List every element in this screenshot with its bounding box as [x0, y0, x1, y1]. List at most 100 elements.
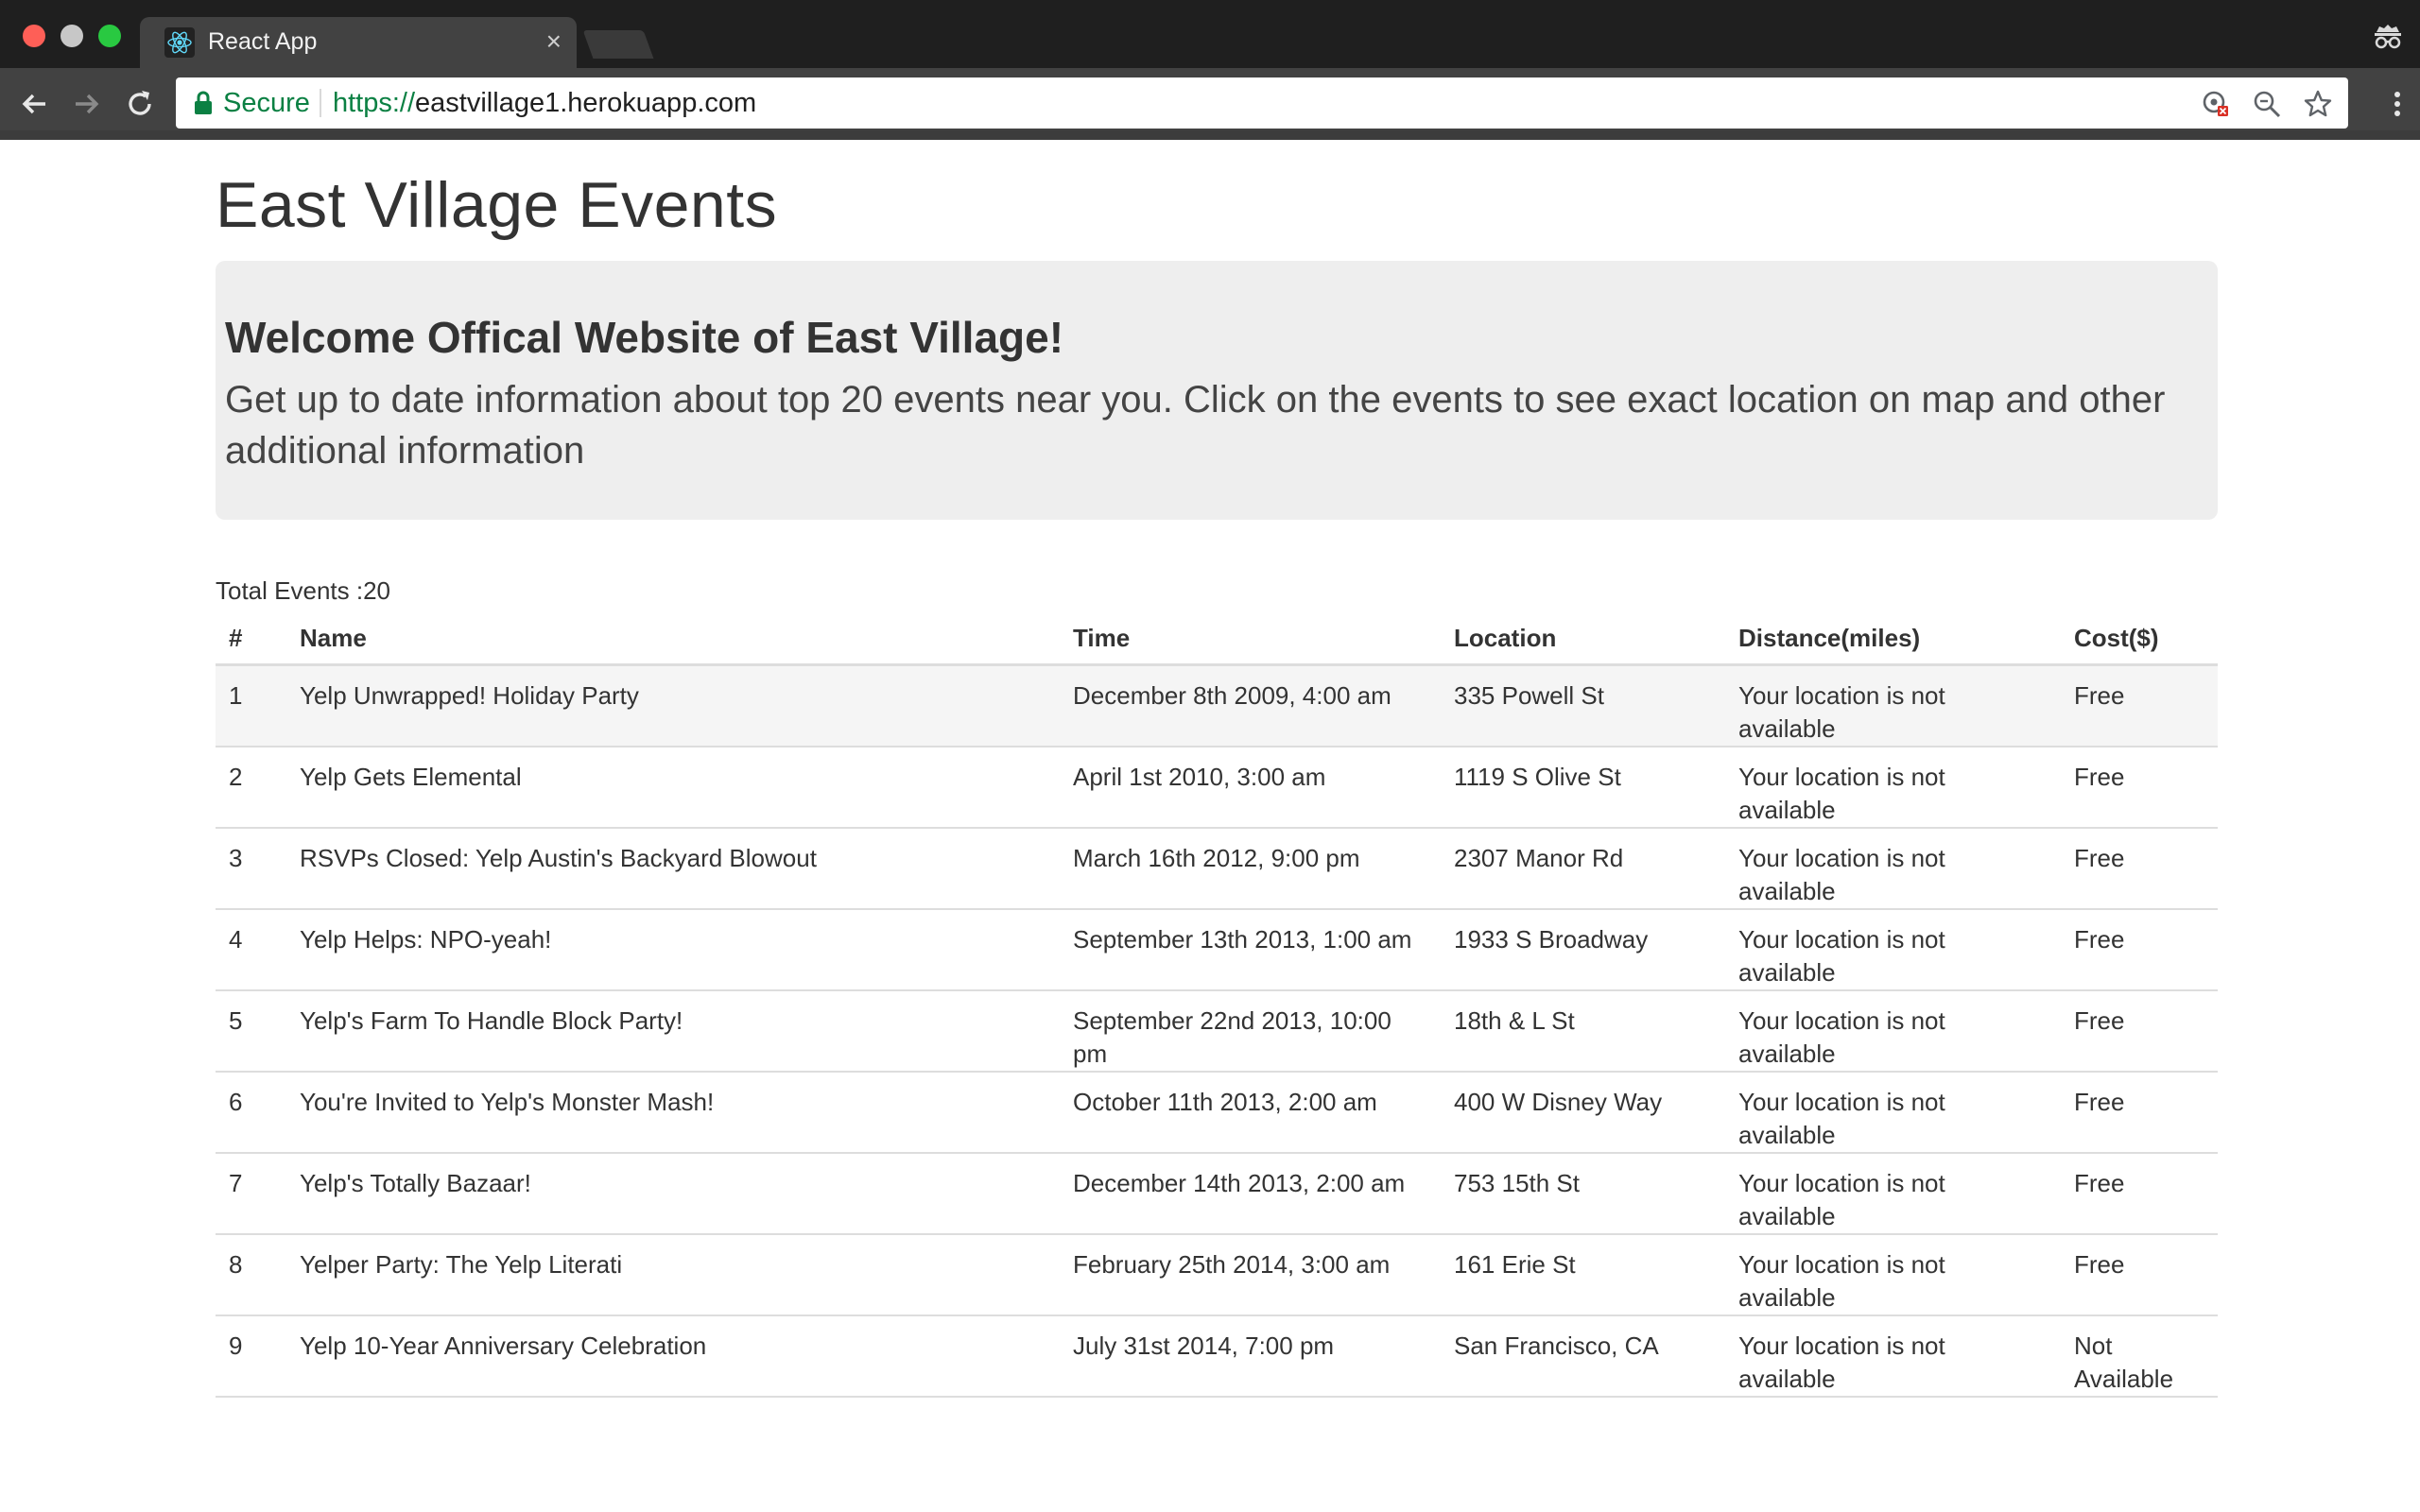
event-location: 1119 S Olive St	[1441, 747, 1725, 829]
new-tab-button[interactable]	[582, 30, 654, 59]
window-minimize-button[interactable]	[60, 25, 83, 47]
lock-icon	[195, 91, 212, 114]
event-time: July 31st 2014, 7:00 pm	[1060, 1315, 1441, 1398]
event-location: 2307 Manor Rd	[1441, 828, 1725, 910]
event-number: 4	[216, 909, 286, 991]
event-distance: Your location is not available	[1725, 1315, 2061, 1398]
event-distance: Your location is not available	[1725, 1072, 2061, 1154]
total-events-count: Total Events :20	[216, 576, 390, 605]
event-name[interactable]: Yelp Unwrapped! Holiday Party	[286, 664, 1060, 747]
event-name[interactable]: Yelp Gets Elemental	[286, 747, 1060, 829]
event-number: 9	[216, 1315, 286, 1398]
event-distance: Your location is not available	[1725, 909, 2061, 991]
table-header-row: # Name Time Location Distance(miles) Cos…	[216, 612, 2218, 666]
window-zoom-button[interactable]	[98, 25, 121, 47]
event-number: 5	[216, 990, 286, 1073]
welcome-heading: Welcome Offical Website of East Village!	[225, 313, 1064, 362]
event-time: September 22nd 2013, 10:00 pm	[1060, 990, 1441, 1073]
url-divider	[320, 89, 321, 117]
event-number: 6	[216, 1072, 286, 1154]
react-logo-icon	[164, 27, 195, 58]
column-header-location: Location	[1441, 612, 1725, 666]
event-name[interactable]: Yelp's Farm To Handle Block Party!	[286, 990, 1060, 1073]
forward-arrow-icon[interactable]	[68, 85, 106, 123]
column-header-distance: Distance(miles)	[1725, 612, 2061, 666]
table-row[interactable]: 8 Yelper Party: The Yelp Literati Februa…	[216, 1234, 2218, 1316]
event-name[interactable]: Yelp's Totally Bazaar!	[286, 1153, 1060, 1235]
tab-title: React App	[208, 28, 318, 55]
event-time: December 14th 2013, 2:00 am	[1060, 1153, 1441, 1235]
event-number: 7	[216, 1153, 286, 1235]
event-name[interactable]: RSVPs Closed: Yelp Austin's Backyard Blo…	[286, 828, 1060, 910]
blocked-content-icon[interactable]	[2201, 89, 2231, 119]
column-header-cost: Cost($)	[2061, 612, 2218, 666]
table-row[interactable]: 7 Yelp's Totally Bazaar! December 14th 2…	[216, 1153, 2218, 1235]
column-header-time: Time	[1060, 612, 1441, 666]
event-time: September 13th 2013, 1:00 am	[1060, 909, 1441, 991]
event-name[interactable]: Yelp Helps: NPO-yeah!	[286, 909, 1060, 991]
event-cost: Free	[2061, 747, 2218, 829]
event-location: 161 Erie St	[1441, 1234, 1725, 1316]
star-icon[interactable]	[2303, 89, 2333, 119]
event-number: 1	[216, 664, 286, 747]
browser-tab-active[interactable]: React App ×	[140, 17, 577, 68]
event-distance: Your location is not available	[1725, 990, 2061, 1073]
welcome-text: Get up to date information about top 20 …	[225, 379, 2166, 472]
event-cost: Free	[2061, 828, 2218, 910]
event-name[interactable]: You're Invited to Yelp's Monster Mash!	[286, 1072, 1060, 1154]
browser-toolbar: Secure https://eastvillage1.herokuapp.co…	[0, 68, 2420, 140]
url-host: eastvillage1.herokuapp.com	[415, 88, 757, 118]
url-text[interactable]: https://eastvillage1.herokuapp.com	[333, 88, 756, 119]
event-time: March 16th 2012, 9:00 pm	[1060, 828, 1441, 910]
toolbar-divider	[0, 130, 2420, 140]
event-time: October 11th 2013, 2:00 am	[1060, 1072, 1441, 1154]
event-location: 400 W Disney Way	[1441, 1072, 1725, 1154]
page-title: East Village Events	[216, 169, 778, 241]
event-name[interactable]: Yelper Party: The Yelp Literati	[286, 1234, 1060, 1316]
event-distance: Your location is not available	[1725, 1234, 2061, 1316]
event-cost: Free	[2061, 1153, 2218, 1235]
event-location: 18th & L St	[1441, 990, 1725, 1073]
more-vertical-icon[interactable]	[2388, 85, 2407, 123]
column-header-number: #	[216, 612, 286, 666]
tab-close-icon[interactable]: ×	[546, 26, 562, 57]
event-cost: Free	[2061, 909, 2218, 991]
event-cost: Free	[2061, 990, 2218, 1073]
event-cost: Free	[2061, 1234, 2218, 1316]
event-time: February 25th 2014, 3:00 am	[1060, 1234, 1441, 1316]
event-location: 335 Powell St	[1441, 664, 1725, 747]
table-row[interactable]: 4 Yelp Helps: NPO-yeah! September 13th 2…	[216, 909, 2218, 991]
event-cost: Not Available	[2061, 1315, 2218, 1398]
event-cost: Free	[2061, 664, 2218, 747]
page-content: East Village Events Welcome Offical Webs…	[0, 140, 2420, 1512]
address-bar[interactable]: Secure https://eastvillage1.herokuapp.co…	[176, 77, 2348, 129]
zoom-icon[interactable]	[2252, 89, 2282, 119]
reload-icon[interactable]	[121, 85, 159, 123]
event-time: April 1st 2010, 3:00 am	[1060, 747, 1441, 829]
back-arrow-icon[interactable]	[15, 85, 53, 123]
table-row[interactable]: 1 Yelp Unwrapped! Holiday Party December…	[216, 664, 2218, 747]
event-number: 8	[216, 1234, 286, 1316]
event-number: 2	[216, 747, 286, 829]
event-name[interactable]: Yelp 10-Year Anniversary Celebration	[286, 1315, 1060, 1398]
event-time: December 8th 2009, 4:00 am	[1060, 664, 1441, 747]
event-location: 1933 S Broadway	[1441, 909, 1725, 991]
table-row[interactable]: 6 You're Invited to Yelp's Monster Mash!…	[216, 1072, 2218, 1154]
table-row[interactable]: 2 Yelp Gets Elemental April 1st 2010, 3:…	[216, 747, 2218, 829]
secure-label: Secure	[223, 88, 310, 118]
event-location: San Francisco, CA	[1441, 1315, 1725, 1398]
event-location: 753 15th St	[1441, 1153, 1725, 1235]
table-row[interactable]: 9 Yelp 10-Year Anniversary Celebration J…	[216, 1315, 2218, 1398]
incognito-icon	[2375, 25, 2401, 49]
url-scheme: https://	[333, 88, 416, 118]
table-row[interactable]: 5 Yelp's Farm To Handle Block Party! Sep…	[216, 990, 2218, 1073]
table-row[interactable]: 3 RSVPs Closed: Yelp Austin's Backyard B…	[216, 828, 2218, 910]
browser-titlebar: React App ×	[0, 0, 2420, 68]
event-cost: Free	[2061, 1072, 2218, 1154]
event-distance: Your location is not available	[1725, 747, 2061, 829]
events-table: # Name Time Location Distance(miles) Cos…	[216, 612, 2218, 1398]
window-close-button[interactable]	[23, 25, 45, 47]
event-distance: Your location is not available	[1725, 1153, 2061, 1235]
column-header-name: Name	[286, 612, 1060, 666]
event-number: 3	[216, 828, 286, 910]
